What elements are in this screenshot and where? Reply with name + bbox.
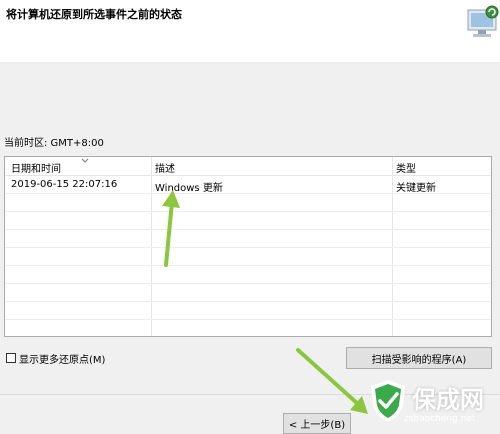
system-restore-icon bbox=[467, 5, 499, 37]
cell-type: 关键更新 bbox=[396, 183, 436, 194]
show-more-label: 显示更多还原点(M) bbox=[19, 354, 106, 366]
empty-table-row bbox=[5, 302, 491, 320]
empty-table-row bbox=[5, 284, 491, 302]
show-more-restore-points-option[interactable]: 显示更多还原点(M) bbox=[6, 351, 106, 366]
watermark-url: zsbaocheng.net bbox=[404, 414, 476, 424]
page-title: 将计算机还原到所选事件之前的状态 bbox=[6, 8, 182, 21]
column-header-label: 日期和时间 bbox=[11, 164, 61, 175]
empty-table-row bbox=[5, 248, 491, 266]
column-header-datetime[interactable]: 日期和时间 bbox=[11, 158, 89, 175]
sort-chevron-icon bbox=[81, 158, 89, 163]
header-area: 将计算机还原到所选事件之前的状态 bbox=[0, 0, 500, 62]
scan-affected-programs-button[interactable]: 扫描受影响的程序(A) bbox=[346, 347, 492, 369]
watermark-brand: 保成网 bbox=[412, 386, 484, 414]
watermark: 保成网 zsbaocheng.net bbox=[360, 370, 500, 434]
show-more-checkbox[interactable] bbox=[6, 353, 16, 363]
footer-divider bbox=[0, 394, 500, 395]
empty-table-row bbox=[5, 194, 491, 212]
table-header: 日期和时间 描述 类型 bbox=[5, 157, 491, 176]
shield-check-icon bbox=[371, 380, 405, 422]
cell-description: Windows 更新 bbox=[155, 183, 223, 194]
empty-table-row bbox=[5, 212, 491, 230]
restore-point-table: 日期和时间 描述 类型 2019-06-15 22:07:16 Windows … bbox=[4, 156, 492, 337]
cell-datetime: 2019-06-15 22:07:16 bbox=[11, 179, 118, 190]
table-row[interactable]: 2019-06-15 22:07:16 Windows 更新 关键更新 bbox=[5, 176, 491, 194]
empty-table-row bbox=[5, 230, 491, 248]
back-button[interactable]: < 上一步(B) bbox=[283, 413, 351, 434]
column-header-type[interactable]: 类型 bbox=[396, 160, 416, 175]
empty-table-row bbox=[5, 320, 491, 336]
column-header-description[interactable]: 描述 bbox=[155, 160, 175, 175]
empty-table-row bbox=[5, 266, 491, 284]
timezone-label: 当前时区: GMT+8:00 bbox=[4, 138, 104, 149]
